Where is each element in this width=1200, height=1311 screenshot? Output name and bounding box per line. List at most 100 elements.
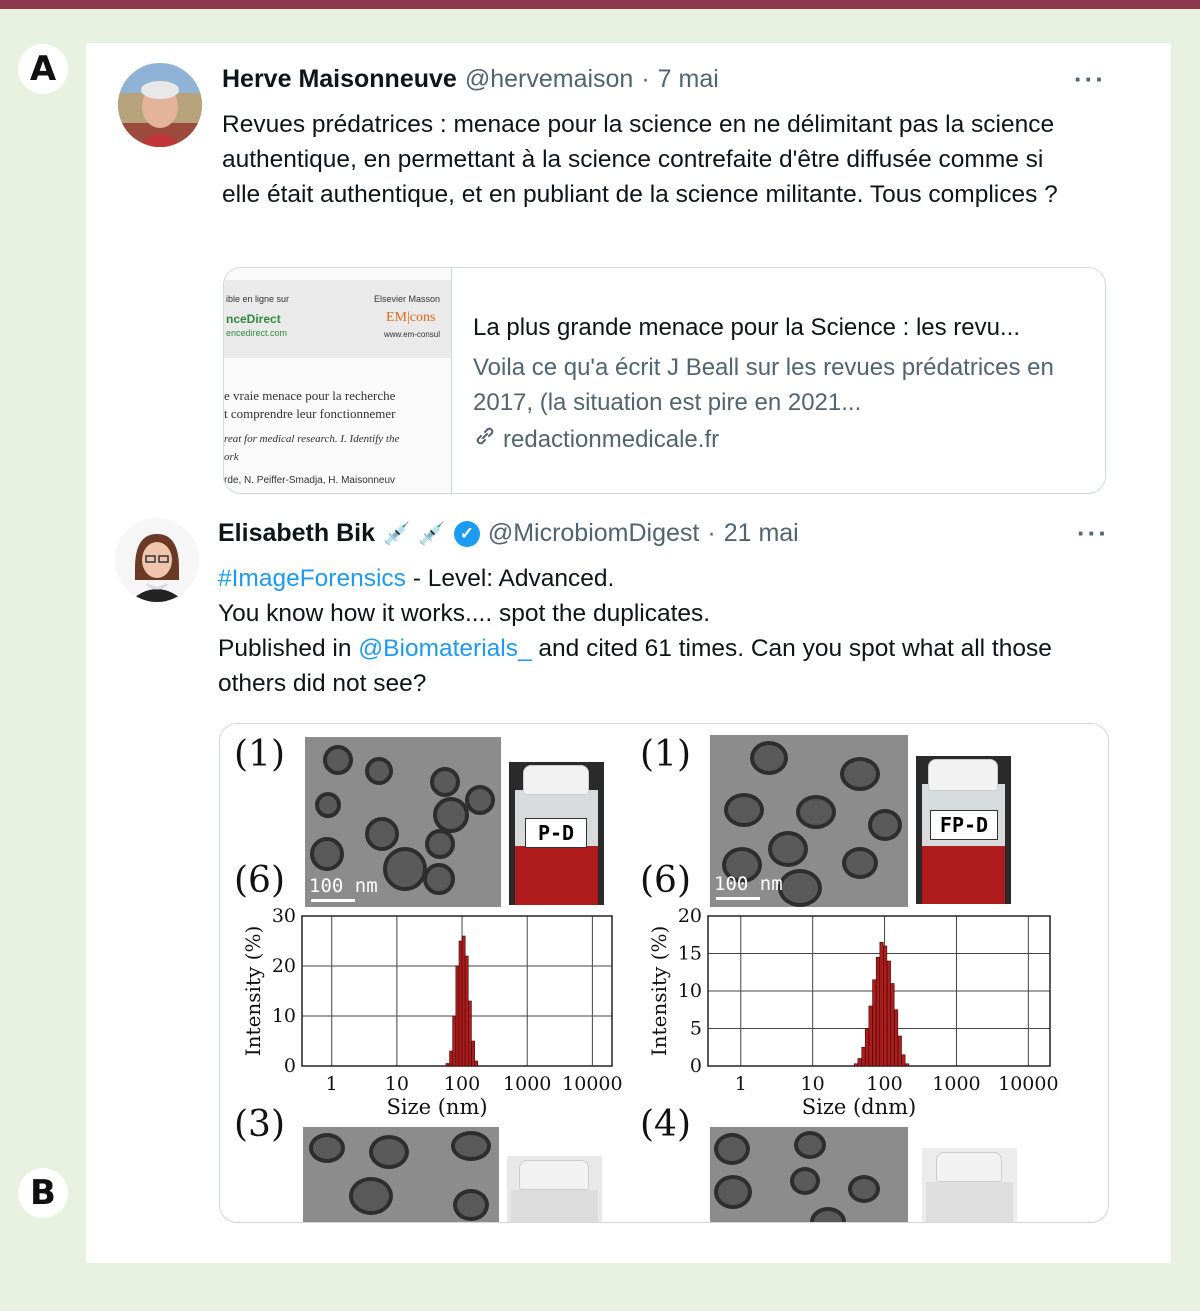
chart-0-bar: [461, 935, 466, 1067]
chart-1-bar: [905, 1063, 910, 1067]
tweet2-line2: You know how it works.... spot the dupli…: [218, 600, 711, 627]
link-card-title[interactable]: La plus grande menace pour la Science : …: [473, 314, 1020, 342]
fig-right-label-mid: (6): [640, 860, 691, 901]
chart-0-ytick: 0: [284, 1055, 296, 1077]
chart-1-bar: [901, 1054, 906, 1067]
chart-1-bar: [879, 941, 884, 1067]
thumb-brand-2: encedirect.com: [226, 328, 288, 338]
chart-0-bar: [468, 1000, 472, 1067]
thumb-authors: rde, N. Peiffer-Smadja, H. Maisonneuv: [224, 475, 396, 486]
chart-1-bar: [883, 945, 888, 1067]
tweet2-handle[interactable]: @MicrobiomDigest: [488, 519, 700, 548]
link-icon: [473, 424, 497, 455]
chart-0-bar: [445, 1063, 450, 1067]
chart-0-bar: [455, 965, 460, 1067]
mention-link[interactable]: @Biomaterials_: [358, 635, 531, 662]
thumb-title-1: e vraie menace pour la recherche: [224, 388, 396, 403]
scale-bar-left: [311, 899, 355, 902]
tweet2-date[interactable]: 21 mai: [724, 519, 799, 548]
scale-bar-right: [716, 897, 760, 900]
chart-1-bar: [897, 1035, 902, 1067]
chart-1-xtick: 10: [801, 1073, 825, 1095]
fig-left-label-mid: (6): [234, 860, 285, 901]
chart-0-xtick: 10000: [562, 1073, 622, 1095]
chart-1-bar: [864, 1028, 869, 1067]
scale-label-left: 100 nm: [309, 875, 378, 897]
thumb-brand-3: EM|cons: [386, 310, 436, 325]
link-card-domain[interactable]: redactionmedicale.fr: [473, 424, 719, 455]
tweet1-separator: ·: [641, 65, 650, 93]
chart-1-xlabel: Size (dnm): [802, 1095, 917, 1119]
chart-0-ytick: 30: [272, 905, 296, 927]
avatar-elisabeth[interactable]: [115, 518, 199, 602]
chart-0-xlabel: Size (nm): [386, 1095, 487, 1119]
chart-0-bar: [474, 1060, 479, 1067]
chart-1-bar: [875, 956, 880, 1067]
vial-left: P-D: [509, 762, 604, 905]
chart-1-ytick: 10: [678, 980, 702, 1002]
chart-1-bar: [872, 979, 877, 1067]
chart-1-xtick: 10000: [998, 1073, 1058, 1095]
chart-0-ytick: 20: [272, 955, 296, 977]
tweet2-line3-pre: Published in: [218, 635, 359, 662]
vial-label-right: FP-D: [930, 810, 998, 840]
panel-label-a: A: [18, 44, 68, 94]
chart-0-xtick: 100: [444, 1073, 480, 1095]
verified-badge-icon: ✓: [453, 520, 480, 547]
avatar-herve[interactable]: [118, 63, 202, 147]
tem-image-right: 100 nm: [710, 735, 908, 907]
thumb-brand-1: nceDirect: [226, 312, 281, 326]
tweet1-more-icon[interactable]: ···: [1074, 64, 1106, 95]
tweet1-author[interactable]: Herve Maisonneuve: [222, 65, 457, 94]
chart-0-xtick: 10: [385, 1073, 409, 1095]
chart-0-xtick: 1000: [503, 1073, 551, 1095]
link-card-thumbnail: ible en ligne sur Elsevier Masson nceDir…: [224, 268, 452, 493]
tweet2-media[interactable]: (1) (6) (3) 100 nm P-D 1 10 100 1000 10000 0 1…: [219, 723, 1109, 1223]
thumb-text-2: Elsevier Masson: [374, 294, 441, 304]
thumb-title-2: t comprendre leur fonctionnemer: [224, 406, 396, 421]
chart-1-bar: [886, 960, 891, 1067]
chart-1-ytick: 20: [678, 905, 702, 927]
chart-0-ylabel: Intensity (%): [241, 926, 265, 1057]
tem-image-right-bottom: [710, 1127, 908, 1222]
size-chart-right: 1 10 100 1000 10000 0 5 10 15 20 Size (dnm) Intensi…: [647, 905, 1059, 1119]
chart-1-bar: [857, 1058, 862, 1067]
chart-1-ytick: 15: [678, 943, 702, 965]
tweet1-date[interactable]: 7 mai: [658, 65, 719, 94]
chart-0-bar: [464, 955, 469, 1067]
tweet1-handle[interactable]: @hervemaison: [465, 65, 634, 94]
chart-1-bar: [890, 983, 895, 1067]
tweet2-more-icon[interactable]: ···: [1077, 518, 1109, 549]
fig-left-label-top: (1): [234, 734, 285, 775]
chart-0-bar: [452, 1015, 457, 1067]
tweet2-separator: ·: [707, 519, 716, 547]
tweet2-text: #ImageForensics - Level: Advanced. You k…: [218, 561, 1078, 701]
fig-right-label-top: (1): [640, 734, 691, 775]
chart-0-bar: [471, 1040, 475, 1067]
tweet1-text: Revues prédatrices : menace pour la scie…: [222, 111, 1058, 208]
vial-label-left: P-D: [525, 818, 587, 848]
tweet2-author[interactable]: Elisabeth Bik: [218, 519, 375, 548]
chart-1-ytick: 5: [690, 1018, 702, 1040]
chart-1-xtick: 1000: [932, 1073, 980, 1095]
chart-1-xtick: 1: [735, 1073, 747, 1095]
chart-1-xtick: 100: [866, 1073, 902, 1095]
link-card-domain-text: redactionmedicale.fr: [503, 425, 720, 453]
syringe-icon-2: 💉: [418, 520, 446, 546]
chart-0-xtick: 1: [326, 1073, 338, 1095]
thumb-text-1: ible en ligne sur: [226, 294, 290, 304]
hashtag-link[interactable]: #ImageForensics: [218, 565, 406, 592]
vial-left-bottom: [507, 1156, 602, 1222]
tweet1-link-card[interactable]: ible en ligne sur Elsevier Masson nceDir…: [223, 267, 1106, 494]
link-card-description: Voila ce qu'a écrit J Beall sur les revu…: [473, 354, 1054, 416]
chart-0-ytick: 10: [272, 1005, 296, 1027]
tem-image-left-bottom: [303, 1127, 499, 1222]
chart-0-bar: [449, 1050, 453, 1067]
size-chart-left: 1 10 100 1000 10000 0 10 20 30 Size (nm) Intensity…: [241, 905, 623, 1119]
tweet2-line1-rest: - Level: Advanced.: [405, 565, 615, 592]
scale-label-right: 100 nm: [714, 873, 783, 895]
tweet1-header: Herve Maisonneuve @hervemaison · 7 mai: [222, 65, 719, 94]
vial-right: FP-D: [916, 756, 1011, 904]
chart-1-bar: [861, 1046, 866, 1067]
chart-1-bar: [894, 1009, 899, 1067]
